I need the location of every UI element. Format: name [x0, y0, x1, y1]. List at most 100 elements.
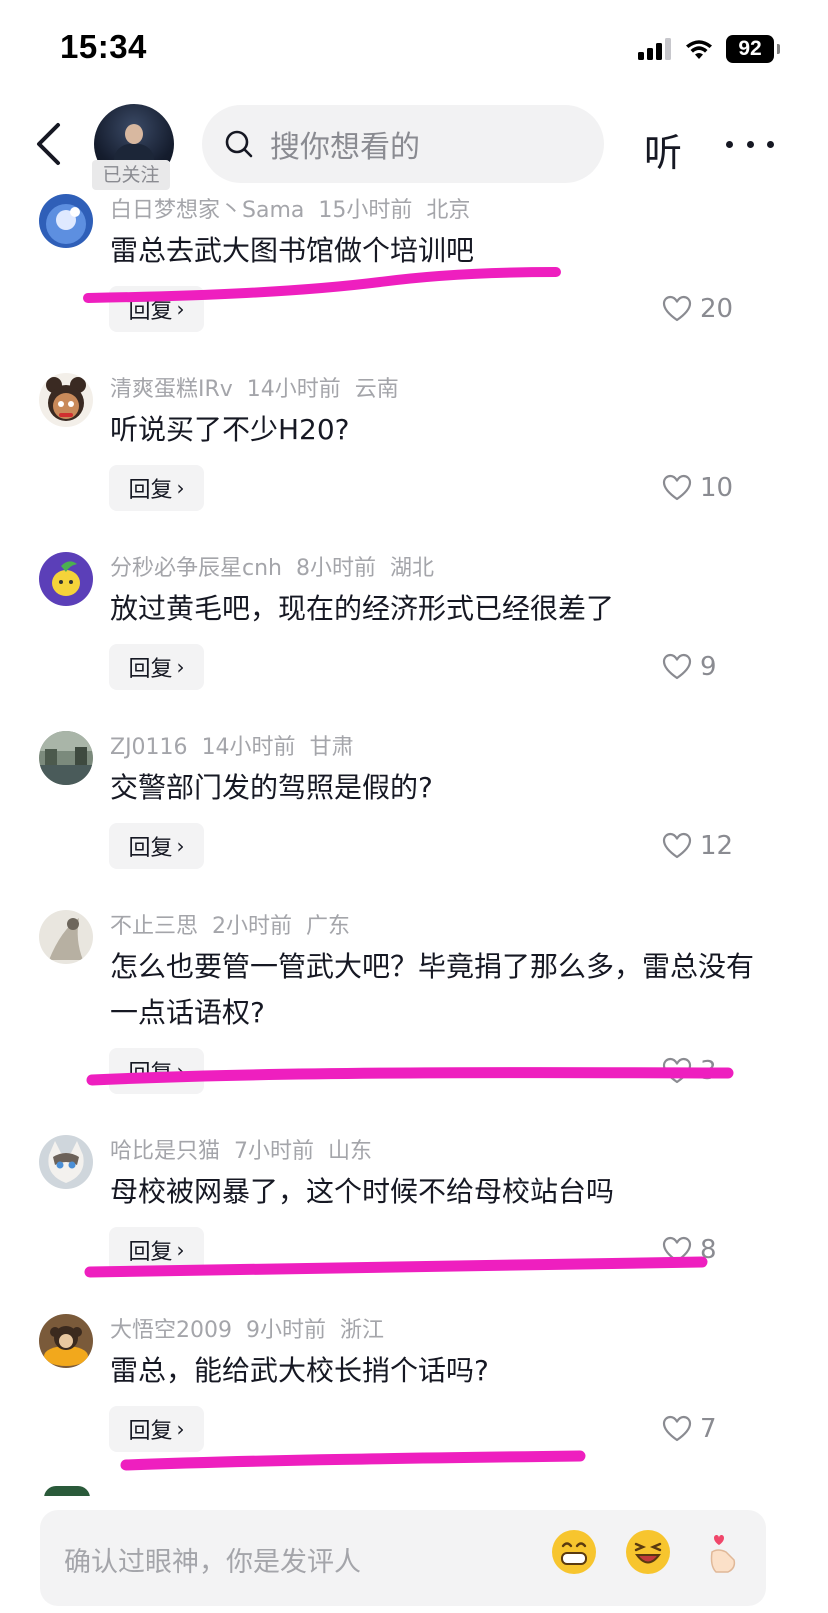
reply-button[interactable]: 回复 › — [109, 644, 204, 690]
reply-label: 回复 — [128, 299, 173, 324]
avatar-image — [39, 910, 93, 964]
chevron-right-icon: › — [176, 1238, 185, 1262]
reply-label: 回复 — [128, 1240, 173, 1265]
comment-username[interactable]: 大悟空2009 — [110, 1318, 232, 1343]
user-avatar[interactable] — [39, 1135, 93, 1189]
like-button[interactable]: 10 — [662, 465, 733, 511]
search-placeholder: 搜你想看的 — [270, 130, 420, 165]
search-icon — [225, 130, 253, 158]
search-input[interactable]: 搜你想看的 — [202, 105, 604, 183]
comment-username[interactable]: 哈比是只猫 — [110, 1139, 220, 1164]
comment-username[interactable]: ZJ0116 — [110, 735, 188, 760]
heart-icon — [662, 474, 692, 501]
avatar-image — [39, 194, 93, 248]
comment-text[interactable]: 雷总去武大图书馆做个培训吧 — [110, 228, 770, 274]
listen-button[interactable]: 听 — [644, 122, 682, 177]
reply-button[interactable]: 回复 › — [109, 465, 204, 511]
user-avatar[interactable] — [39, 731, 93, 785]
comment-text[interactable]: 母校被网暴了，这个时候不给母校站台吗 — [110, 1169, 770, 1215]
comment-list[interactable]: 白日梦想家丶Sama 15小时前 北京 雷总去武大图书馆做个培训吧 回复 › 20 — [0, 180, 828, 1496]
avatar-image — [39, 1135, 93, 1189]
chevron-right-icon: › — [176, 834, 185, 858]
avatar-image — [39, 373, 93, 427]
user-avatar[interactable] — [39, 552, 93, 606]
comment-time: 7小时前 — [234, 1139, 315, 1164]
like-count: 3 — [700, 1056, 717, 1086]
comment-time: 8小时前 — [295, 556, 376, 581]
back-icon — [37, 123, 60, 165]
like-button[interactable]: 7 — [662, 1406, 717, 1452]
next-comment-avatar — [44, 1486, 90, 1496]
comment-meta: 大悟空2009 9小时前 浙江 — [110, 1312, 398, 1344]
reply-label: 回复 — [128, 1061, 173, 1086]
heart-icon — [662, 653, 692, 680]
reply-label: 回复 — [128, 836, 173, 861]
comment-username[interactable]: 清爽蛋糕IRv — [110, 377, 233, 402]
comment-text[interactable]: 放过黄毛吧，现在的经济形式已经很差了 — [110, 586, 770, 632]
laugh-emoji-icon[interactable] — [626, 1530, 670, 1574]
heart-icon — [662, 832, 692, 859]
like-count: 9 — [700, 652, 717, 682]
avatar-image — [39, 1314, 93, 1368]
comment-meta: 清爽蛋糕IRv 14小时前 云南 — [110, 371, 413, 403]
comment-username[interactable]: 白日梦想家丶Sama — [110, 198, 304, 223]
user-avatar[interactable] — [39, 194, 93, 248]
comment-meta: 白日梦想家丶Sama 15小时前 北京 — [110, 192, 484, 224]
reply-button[interactable]: 回复 › — [109, 1406, 204, 1452]
comment-input-placeholder: 确认过眼神，你是发评人 — [64, 1547, 361, 1578]
heart-icon — [662, 1415, 692, 1442]
chevron-right-icon: › — [176, 1059, 185, 1083]
grin-emoji-icon[interactable] — [552, 1530, 596, 1574]
comment-location: 甘肃 — [309, 735, 354, 760]
comment-meta: 哈比是只猫 7小时前 山东 — [110, 1133, 386, 1165]
comment-text[interactable]: 听说买了不少H20? — [110, 407, 770, 453]
chevron-right-icon: › — [176, 1417, 185, 1441]
user-avatar[interactable] — [39, 373, 93, 427]
comment-meta: ZJ0116 14小时前 甘肃 — [110, 729, 368, 761]
comment-username[interactable]: 分秒必争辰星cnh — [110, 556, 282, 581]
more-icon — [726, 140, 733, 148]
status-time: 15:34 — [60, 28, 147, 65]
avatar-image — [39, 552, 93, 606]
user-avatar[interactable] — [39, 1314, 93, 1368]
comment-meta: 不止三思 2小时前 广东 — [110, 908, 364, 940]
like-count: 8 — [700, 1235, 717, 1265]
reply-button[interactable]: 回复 › — [109, 1048, 204, 1094]
chevron-right-icon: › — [176, 655, 185, 679]
comment-location: 山东 — [328, 1139, 373, 1164]
reply-button[interactable]: 回复 › — [109, 823, 204, 869]
more-button[interactable] — [726, 126, 774, 162]
heart-icon — [662, 1057, 692, 1084]
comment-username[interactable]: 不止三思 — [110, 914, 198, 939]
like-button[interactable]: 8 — [662, 1227, 717, 1273]
author-avatar[interactable]: 已关注 — [92, 104, 174, 190]
comment-time: 14小时前 — [201, 735, 296, 760]
finger-heart-emoji-icon[interactable] — [700, 1530, 744, 1574]
battery-indicator: 92 — [726, 35, 780, 63]
like-button[interactable]: 3 — [662, 1048, 717, 1094]
back-button[interactable] — [28, 116, 68, 172]
signal-icon — [638, 38, 671, 60]
chevron-right-icon: › — [176, 476, 185, 500]
like-count: 12 — [700, 831, 734, 861]
like-button[interactable]: 20 — [662, 286, 733, 332]
status-bar: 15:34 92 — [0, 0, 828, 96]
comment-text[interactable]: 怎么也要管一管武大吧？毕竟捐了那么多，雷总没有一点话语权? — [110, 944, 770, 1036]
like-button[interactable]: 12 — [662, 823, 733, 869]
reply-button[interactable]: 回复 › — [109, 1227, 204, 1273]
like-button[interactable]: 9 — [662, 644, 717, 690]
heart-icon — [662, 1236, 692, 1263]
user-avatar[interactable] — [39, 910, 93, 964]
reply-button[interactable]: 回复 › — [109, 286, 204, 332]
comment-location: 浙江 — [340, 1318, 385, 1343]
comment-meta: 分秒必争辰星cnh 8小时前 湖北 — [110, 550, 448, 582]
comment-input[interactable]: 确认过眼神，你是发评人 — [40, 1510, 766, 1606]
comment-text[interactable]: 雷总，能给武大校长捎个话吗? — [110, 1348, 770, 1394]
comment-text[interactable]: 交警部门发的驾照是假的? — [110, 765, 770, 811]
like-count: 7 — [700, 1414, 717, 1444]
like-count: 20 — [700, 294, 734, 324]
comment-location: 湖北 — [389, 556, 434, 581]
comment-location: 广东 — [306, 914, 351, 939]
comment-time: 14小时前 — [246, 377, 341, 402]
comment-input-bar: 确认过眼神，你是发评人 — [0, 1496, 828, 1613]
